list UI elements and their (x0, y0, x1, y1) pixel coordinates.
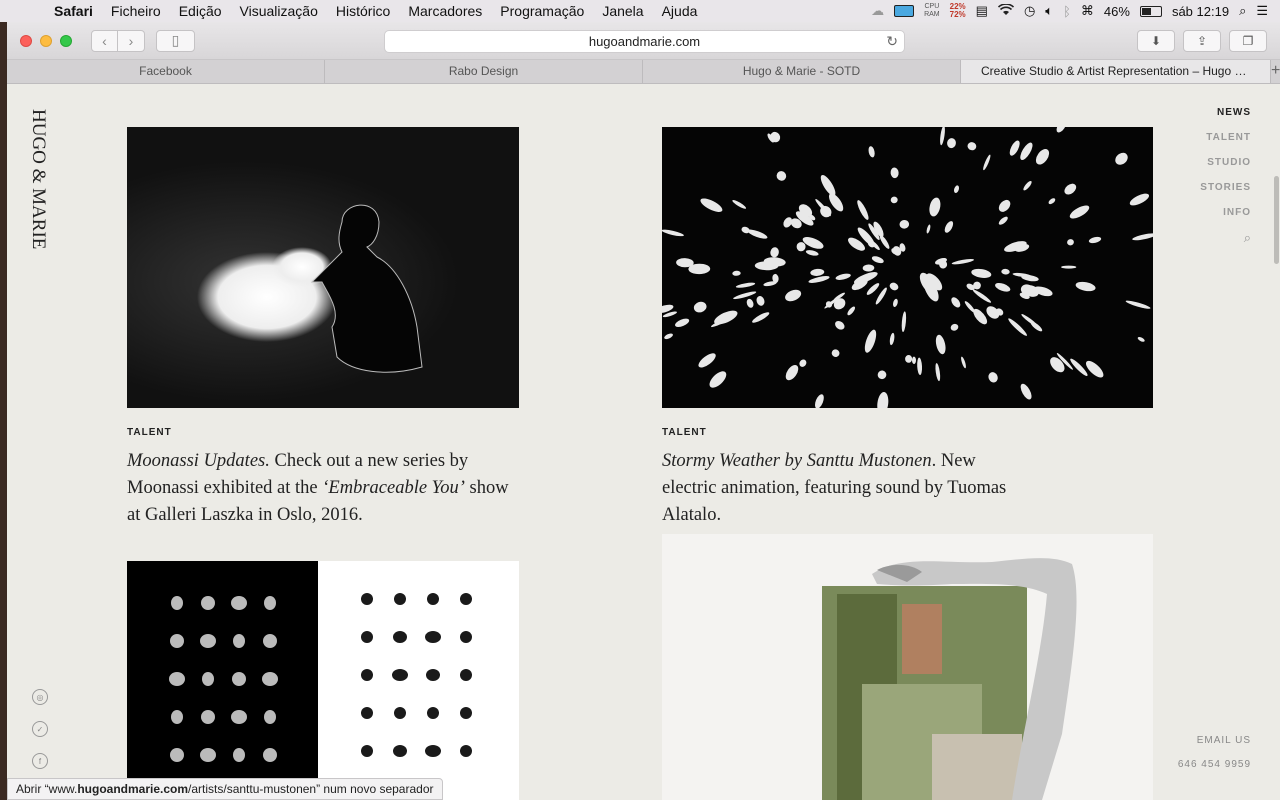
instagram-icon[interactable]: ◎ (32, 689, 48, 705)
toolbar: ‹ › ▯ hugoandmarie.com ↻ ⬇ ⇪ ❐ (7, 22, 1280, 60)
nav-buttons: ‹ › (91, 29, 145, 52)
display-icon[interactable] (894, 5, 915, 17)
nav-news[interactable]: NEWS (1200, 107, 1251, 118)
status-path: /artists/santtu-mustonen” num novo separ… (188, 782, 434, 796)
download-icon: ⬇ (1150, 34, 1162, 48)
menu-historico[interactable]: Histórico (327, 3, 399, 19)
news-card-collage[interactable] (662, 534, 1153, 800)
close-window-button[interactable] (20, 34, 32, 47)
url-text: hugoandmarie.com (588, 34, 701, 49)
tabs-icon: ❐ (1242, 34, 1254, 48)
cpu-ram-values[interactable]: 22% 72% (950, 3, 966, 19)
status-prefix: Abrir “www. (16, 782, 78, 796)
tab-bar: Facebook Rabo Design Hugo & Marie - SOTD… (7, 60, 1280, 84)
chevron-left-icon: ‹ (102, 32, 107, 49)
status-domain: hugoandmarie.com (77, 782, 189, 796)
menu-app[interactable]: Safari (46, 3, 102, 19)
stormy-weather-image[interactable] (662, 127, 1153, 408)
menu-marcadores[interactable]: Marcadores (399, 3, 491, 19)
twitter-icon[interactable]: ✓ (32, 721, 48, 737)
menu-visualizacao[interactable]: Visualização (231, 3, 327, 19)
menu-janela[interactable]: Janela (593, 3, 652, 19)
menu-ajuda[interactable]: Ajuda (653, 3, 707, 19)
wifi-icon[interactable] (997, 2, 1014, 19)
nav-studio[interactable]: STUDIO (1200, 157, 1251, 168)
site-logo[interactable]: HUGO & MARIE (28, 109, 49, 249)
share-icon: ⇪ (1196, 34, 1208, 48)
back-button[interactable]: ‹ (91, 29, 118, 52)
notification-center-icon[interactable]: ☰ (1256, 3, 1268, 19)
browser-window: ‹ › ▯ hugoandmarie.com ↻ ⬇ ⇪ ❐ Facebook … (7, 22, 1280, 800)
clock[interactable]: sáb 12:19 (1172, 4, 1229, 19)
sidebar-icon: ▯ (171, 32, 180, 48)
volume-icon[interactable]: 🔈︎ (1045, 3, 1053, 19)
status-area: ☁ CPU RAM 22% 72% ▤ ◷ 🔈︎ ᛒ ⌘ 46% sáb 12:19… (871, 3, 1280, 19)
tab-rabo-design[interactable]: Rabo Design (325, 60, 643, 83)
bluetooth-icon[interactable]: ᛒ (1063, 4, 1071, 19)
battery-percent[interactable]: 46% (1104, 4, 1130, 19)
minimize-window-button[interactable] (40, 34, 52, 47)
site-nav: NEWS TALENT STUDIO STORIES INFO ⌕ (1200, 107, 1251, 246)
facebook-icon[interactable]: f (32, 753, 48, 769)
keyboard-icon[interactable]: ⌘ (1081, 3, 1094, 19)
card-show-title: ‘Embraceable You’ (322, 478, 465, 498)
spotlight-icon[interactable]: ⌕ (1239, 3, 1246, 19)
downloads-button[interactable]: ⬇ (1137, 30, 1175, 52)
nav-stories[interactable]: STORIES (1200, 182, 1251, 193)
tab-facebook[interactable]: Facebook (7, 60, 325, 83)
address-bar[interactable]: hugoandmarie.com ↻ (384, 30, 905, 53)
social-links: ◎ ✓ f (32, 689, 48, 785)
window-controls (20, 34, 72, 47)
menu-edicao[interactable]: Edição (170, 3, 231, 19)
card-description[interactable]: Moonassi Updates. Check out a new series… (127, 448, 522, 529)
chevron-right-icon: › (128, 32, 134, 49)
toolbar-right-buttons: ⬇ ⇪ ❐ (1137, 30, 1267, 52)
zoom-window-button[interactable] (60, 34, 72, 47)
tabs-overview-button[interactable]: ❐ (1229, 30, 1267, 52)
menu-bar: Safari Ficheiro Edição Visualização Hist… (0, 0, 1280, 22)
contact-info: EMAIL US 646 454 9959 (1178, 735, 1251, 783)
web-page: HUGO & MARIE NEWS TALENT STUDIO STORIES … (7, 84, 1280, 800)
cpu-ram-label[interactable]: CPU RAM (924, 3, 940, 19)
stormy-weather-art (662, 127, 1153, 408)
sidebar-button[interactable]: ▯ (156, 29, 195, 52)
share-button[interactable]: ⇪ (1183, 30, 1221, 52)
battery-icon[interactable] (1139, 5, 1162, 17)
card-title: Stormy Weather by Santtu Mustonen (662, 451, 932, 471)
time-machine-icon[interactable]: ◷ (1024, 3, 1035, 19)
collage-image[interactable] (662, 534, 1153, 800)
menu-programacao[interactable]: Programação (491, 3, 593, 19)
reload-icon[interactable]: ↻ (886, 33, 898, 50)
tab-hugo-marie-sotd[interactable]: Hugo & Marie - SOTD (643, 60, 961, 83)
news-card-moonassi[interactable]: TALENT Moonassi Updates. Check out a new… (127, 127, 519, 527)
news-card-santtu[interactable]: TALENT Stormy Weather by Santtu Mustonen… (662, 127, 1153, 527)
cloud-icon[interactable]: ☁ (871, 3, 884, 19)
card-description[interactable]: Stormy Weather by Santtu Mustonen. New e… (662, 448, 1022, 529)
forward-button[interactable]: › (118, 29, 145, 52)
card-category: TALENT (127, 427, 172, 438)
news-card-dots[interactable] (127, 561, 519, 800)
plus-icon: + (1271, 62, 1280, 79)
new-tab-button[interactable]: + (1271, 60, 1280, 83)
phone-number[interactable]: 646 454 9959 (1178, 759, 1251, 770)
nav-info[interactable]: INFO (1200, 207, 1251, 218)
tab-hugo-marie[interactable]: Creative Studio & Artist Representation … (961, 60, 1271, 83)
search-icon[interactable]: ⌕ (1200, 230, 1251, 246)
email-us-link[interactable]: EMAIL US (1178, 735, 1251, 746)
card-title: Moonassi Updates. (127, 451, 270, 471)
nav-talent[interactable]: TALENT (1200, 132, 1251, 143)
menu-ficheiro[interactable]: Ficheiro (102, 3, 170, 19)
moonassi-image[interactable] (127, 127, 519, 408)
scrollbar[interactable] (1274, 176, 1279, 264)
status-bar: Abrir “www.hugoandmarie.com/artists/sant… (7, 778, 443, 800)
card-category: TALENT (662, 427, 707, 438)
drive-icon[interactable]: ▤ (976, 3, 988, 19)
dots-image[interactable] (127, 561, 519, 800)
